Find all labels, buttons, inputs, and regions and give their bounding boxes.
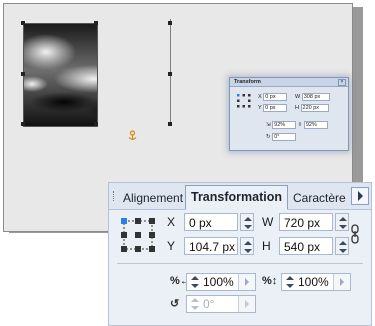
- reference-point-grid-icon[interactable]: [121, 218, 155, 252]
- chain-link-icon[interactable]: [350, 223, 360, 245]
- chevron-right-icon: [358, 191, 363, 201]
- spinner-arrows-icon: [191, 298, 199, 310]
- rotation-dropdown[interactable]: [238, 296, 255, 312]
- mini-scale-w-field[interactable]: 92%: [272, 121, 297, 129]
- mini-x-label: X: [258, 94, 262, 100]
- w-label: W: [262, 215, 274, 229]
- mini-w-field[interactable]: 308 px: [301, 93, 330, 101]
- rotate-icon: ↺: [170, 298, 180, 310]
- scale-width-field[interactable]: 100%: [186, 273, 256, 291]
- tab-transformation[interactable]: Transformation: [185, 185, 288, 210]
- x-spinner[interactable]: [240, 213, 254, 231]
- resize-handle-top[interactable]: [94, 21, 98, 25]
- selection-right-edge: [170, 19, 171, 123]
- resize-handle-right[interactable]: [168, 72, 172, 76]
- chevron-right-icon: [340, 278, 344, 286]
- close-icon[interactable]: ×: [338, 79, 346, 86]
- spinner-arrows-icon: [339, 241, 347, 253]
- mini-scale-h-field[interactable]: 92%: [303, 121, 328, 129]
- resize-handle-bottom-right[interactable]: [168, 122, 172, 126]
- reference-point-grid-icon[interactable]: [237, 94, 251, 108]
- scale-height-value: 100%: [298, 275, 329, 289]
- mini-rotate-icon: ↻: [266, 134, 271, 140]
- spinner-arrows-icon: [244, 241, 252, 253]
- chevron-right-icon: [245, 278, 249, 286]
- spinner-arrows-icon: [191, 276, 199, 288]
- spinner-arrows-icon: [339, 217, 347, 229]
- spinner-arrows-icon: [244, 217, 252, 229]
- mini-y-label: Y: [258, 105, 262, 111]
- sky-photo: [24, 24, 97, 126]
- tab-bar: Alignement Transformation Caractère: [109, 183, 371, 210]
- x-position-field[interactable]: 0 px: [184, 213, 238, 231]
- scale-height-dropdown[interactable]: [333, 274, 350, 290]
- mini-h-field[interactable]: 220 px: [300, 104, 329, 112]
- scale-height-field[interactable]: 100%: [281, 273, 351, 291]
- h-label: H: [262, 239, 271, 253]
- resize-handle-bottom-left[interactable]: [21, 122, 25, 126]
- photo-image[interactable]: [23, 23, 98, 127]
- tab-caractere[interactable]: Caractère: [293, 188, 346, 208]
- scale-width-value: 100%: [203, 275, 234, 289]
- resize-handle-top-left[interactable]: [21, 21, 25, 25]
- separator: [117, 263, 363, 264]
- rotation-field[interactable]: 0°: [186, 295, 256, 313]
- mini-h-label: H: [295, 105, 299, 111]
- anchor-icon[interactable]: [127, 130, 138, 141]
- tab-alignement[interactable]: Alignement: [123, 188, 183, 208]
- height-field[interactable]: 540 px: [279, 237, 333, 255]
- rotation-value: 0°: [203, 297, 215, 311]
- height-spinner[interactable]: [335, 237, 349, 255]
- mini-scale-height-icon: ⇳: [297, 122, 303, 128]
- mini-y-field[interactable]: 0 px: [263, 104, 288, 112]
- y-label: Y: [167, 239, 176, 253]
- width-field[interactable]: 720 px: [279, 213, 333, 231]
- scale-width-dropdown[interactable]: [238, 274, 255, 290]
- mini-x-field[interactable]: 0 px: [263, 93, 288, 101]
- resize-handle-left[interactable]: [21, 72, 25, 76]
- spinner-arrows-icon: [286, 276, 294, 288]
- y-position-field[interactable]: 104.7 px: [184, 237, 238, 255]
- scale-height-icon: %↕: [262, 275, 278, 287]
- resize-handle-top-right[interactable]: [168, 21, 172, 25]
- width-spinner[interactable]: [335, 213, 349, 231]
- mini-transform-palette: Transform × X 0 px W 308 px Y 0 px H 220…: [229, 77, 349, 151]
- drag-grip-icon[interactable]: [113, 191, 116, 201]
- mini-rotation-field[interactable]: 0°: [272, 133, 297, 141]
- mini-palette-title: Transform: [230, 78, 348, 87]
- mini-w-label: W: [295, 94, 301, 100]
- resize-handle-bottom[interactable]: [94, 122, 98, 126]
- y-spinner[interactable]: [240, 237, 254, 255]
- chevron-right-icon: [245, 300, 249, 308]
- tab-scroll-button[interactable]: [351, 187, 369, 205]
- transform-panel: Alignement Transformation Caractère X 0 …: [108, 182, 372, 326]
- x-label: X: [167, 215, 176, 229]
- mini-scale-width-icon: ⇲: [266, 122, 271, 128]
